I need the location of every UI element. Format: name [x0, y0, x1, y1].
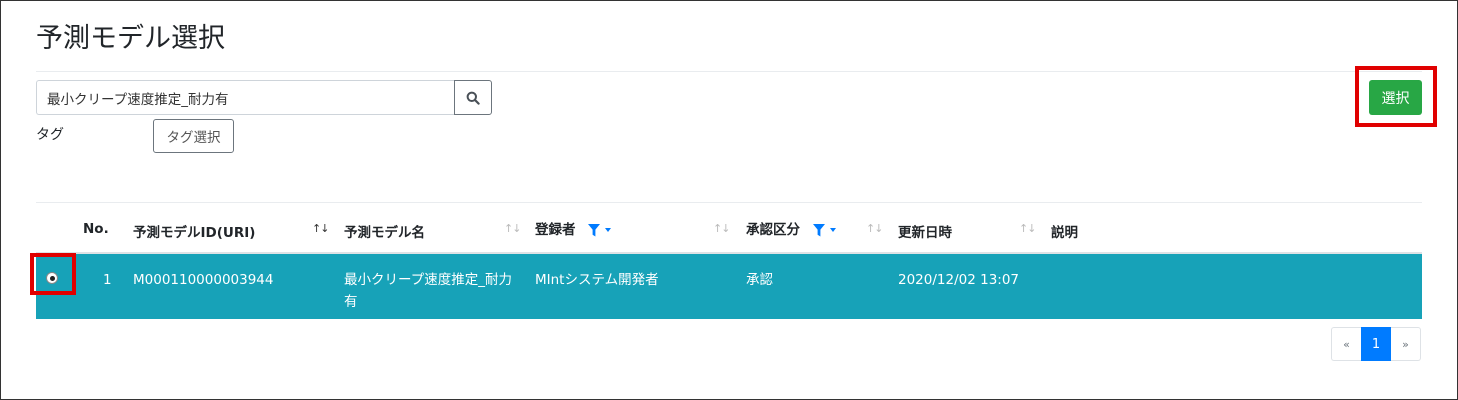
highlight-box-row-radio — [30, 253, 76, 295]
pagination: « 1 » — [1331, 327, 1421, 361]
pagination-next[interactable]: » — [1391, 327, 1421, 361]
search-bar — [36, 80, 492, 115]
pagination-page-1[interactable]: 1 — [1361, 327, 1391, 361]
table-header: No. 予測モデルID(URI) ↑↓ 予測モデル名 ↑↓ 登録者 ↑↓ 承認区… — [36, 203, 1422, 254]
cell-registrant: MIntシステム開発者 — [535, 272, 659, 288]
tag-select-button[interactable]: タグ選択 — [153, 119, 234, 153]
sort-icon-model-id[interactable]: ↑↓ — [312, 222, 329, 235]
chevron-down-icon — [605, 228, 612, 232]
filter-icon — [588, 223, 601, 236]
column-header-registrant[interactable]: 登録者 — [535, 218, 612, 238]
cell-approval: 承認 — [746, 272, 773, 288]
search-button[interactable] — [454, 80, 492, 115]
sort-icon-updated[interactable]: ↑↓ — [1019, 222, 1036, 235]
sort-icon-model-name[interactable]: ↑↓ — [504, 222, 521, 235]
search-input[interactable] — [36, 80, 454, 115]
header-divider — [36, 71, 1422, 72]
sort-icon-approval[interactable]: ↑↓ — [866, 222, 883, 235]
column-header-approval-label: 承認区分 — [746, 222, 800, 238]
pagination-prev[interactable]: « — [1331, 327, 1361, 361]
chevron-down-icon — [829, 228, 836, 232]
column-header-updated[interactable]: 更新日時 — [898, 221, 952, 241]
highlight-box-select-button — [1355, 66, 1437, 127]
cell-model-name: 最小クリープ速度推定_耐力有 — [344, 272, 512, 310]
page-title: 予測モデル選択 — [36, 23, 225, 54]
cell-updated: 2020/12/02 13:07 — [898, 272, 1020, 288]
cell-no: 1 — [103, 272, 112, 288]
filter-icon — [812, 223, 825, 236]
column-header-no[interactable]: No. — [83, 221, 109, 237]
column-header-model-id[interactable]: 予測モデルID(URI) — [133, 221, 255, 241]
tag-label: タグ — [36, 127, 64, 143]
column-header-description[interactable]: 説明 — [1051, 221, 1078, 241]
column-header-model-name[interactable]: 予測モデル名 — [344, 221, 425, 241]
column-header-registrant-label: 登録者 — [535, 222, 576, 238]
sort-icon-registrant[interactable]: ↑↓ — [713, 222, 730, 235]
cell-model-id: M000110000003944 — [133, 272, 274, 288]
model-table: No. 予測モデルID(URI) ↑↓ 予測モデル名 ↑↓ 登録者 ↑↓ 承認区… — [36, 203, 1422, 319]
column-header-approval[interactable]: 承認区分 — [746, 218, 836, 238]
approval-filter[interactable] — [812, 223, 836, 237]
table-row[interactable]: 1 M000110000003944 最小クリープ速度推定_耐力有 MIntシス… — [36, 254, 1422, 319]
window-frame — [0, 0, 1458, 400]
search-icon — [466, 91, 480, 105]
registrant-filter[interactable] — [588, 223, 612, 237]
